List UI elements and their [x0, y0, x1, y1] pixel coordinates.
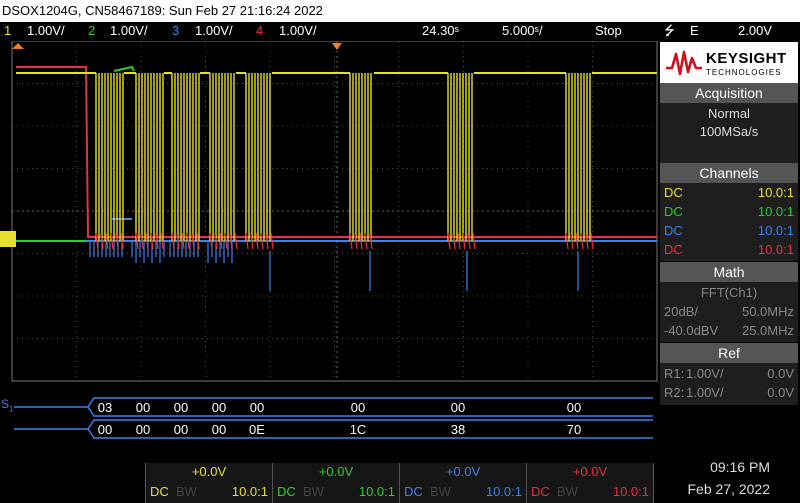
serial-byte: 03 — [98, 400, 112, 415]
serial-byte: 00 — [98, 422, 112, 437]
ch2-coupling: DC — [664, 204, 683, 219]
window-title: DSOX1204G, CN58467189: Sun Feb 27 21:16:… — [0, 0, 800, 22]
trigger-source[interactable]: E — [690, 22, 699, 40]
delay-value[interactable]: 24.30ˢ — [422, 22, 459, 40]
ch2-number[interactable]: 2 — [88, 22, 95, 40]
ch4-offset: +0.0V — [572, 464, 608, 479]
r2-scale: 1.00V/ — [686, 385, 724, 400]
ch2-bw-limit: BW — [303, 484, 324, 499]
serial-byte: 00 — [250, 400, 264, 415]
serial-byte: 0E — [249, 422, 265, 437]
trigger-position-marker — [12, 43, 24, 49]
waveform-display[interactable]: 03 00 00 00 00 00 00 00 00 00 00 00 0E 1C 38 70 S1 — [0, 41, 658, 441]
ch1-info[interactable]: +0.0V DC BW 10.0:1 — [145, 463, 272, 503]
ref-header[interactable]: Ref — [660, 343, 798, 363]
acq-rate: 100MSa/s — [699, 124, 759, 139]
math-center: 25.0MHz — [741, 323, 794, 338]
serial-byte: 00 — [567, 400, 581, 415]
ch1-coupling: DC — [664, 185, 683, 200]
waveform-canvas: 03 00 00 00 00 00 00 00 00 00 00 00 0E 1C 38 70 — [11, 41, 658, 439]
r2-label: R2: — [664, 385, 685, 400]
math-header[interactable]: Math — [660, 262, 798, 282]
serial-byte: 38 — [451, 422, 465, 437]
ref-panel: R1: 1.00V/ 0.0V R2: 1.00V/ 0.0V — [660, 363, 798, 405]
ch4-info[interactable]: +0.0V DC BW 10.0:1 — [526, 463, 654, 503]
serial-byte: 00 — [136, 422, 150, 437]
clock-time: 09:16 PM — [710, 459, 770, 475]
math-ref-level: -40.0dBV — [664, 323, 719, 338]
serial-byte: 00 — [451, 400, 465, 415]
math-panel: FFT(Ch1) 20dB/ 50.0MHz -40.0dBV 25.0MHz — [660, 282, 798, 342]
ch1-scale[interactable]: 1.00V/ — [27, 22, 65, 40]
serial-byte: 00 — [174, 400, 188, 415]
ch1-ground-marker[interactable] — [0, 231, 16, 247]
ch4-bottom-probe: 10.0:1 — [612, 484, 649, 499]
ch4-bw-limit: BW — [557, 484, 578, 499]
ch1-bottom-coupling: DC — [150, 484, 169, 499]
ch1-offset: +0.0V — [191, 464, 227, 479]
ch2-info[interactable]: +0.0V DC BW 10.0:1 — [272, 463, 399, 503]
ch1-probe: 10.0:1 — [757, 185, 794, 200]
brand-sub: TECHNOLOGIES — [706, 68, 782, 77]
channels-header[interactable]: Channels — [660, 163, 798, 183]
math-function: FFT(Ch1) — [700, 285, 758, 300]
ch4-scale[interactable]: 1.00V/ — [279, 22, 317, 40]
side-panel: KEYSIGHT TECHNOLOGIES Acquisition Normal… — [658, 40, 800, 443]
timebase-value[interactable]: 5.000ˢ/ — [502, 22, 543, 40]
r1-scale: 1.00V/ — [686, 366, 724, 381]
ch3-bottom-coupling: DC — [404, 484, 423, 499]
acquisition-panel: Normal 100MSa/s — [660, 103, 798, 163]
math-span: 50.0MHz — [741, 304, 794, 319]
ch3-bw-limit: BW — [430, 484, 451, 499]
ch1-bw-limit: BW — [176, 484, 197, 499]
ch2-scale[interactable]: 1.00V/ — [110, 22, 148, 40]
ch2-offset: +0.0V — [318, 464, 354, 479]
delay-marker — [332, 43, 342, 50]
r1-label: R1: — [664, 366, 685, 381]
brand-name: KEYSIGHT — [706, 50, 787, 67]
ch3-bottom-probe: 10.0:1 — [485, 484, 522, 499]
serial-byte: 00 — [174, 422, 188, 437]
ch4-probe: 10.0:1 — [757, 242, 794, 257]
bottom-bar: +0.0V DC BW 10.0:1 +0.0V DC BW 10.0:1 +0… — [0, 443, 800, 503]
status-bar: 1 1.00V/ 2 1.00V/ 3 1.00V/ 4 1.00V/ 24.3… — [0, 22, 800, 40]
ch3-number[interactable]: 3 — [172, 22, 179, 40]
trigger-edge-icon[interactable]: ⭍ — [664, 22, 675, 40]
serial-byte: 00 — [351, 400, 365, 415]
ch3-info[interactable]: +0.0V DC BW 10.0:1 — [399, 463, 526, 503]
ch3-scale[interactable]: 1.00V/ — [195, 22, 233, 40]
ch2-probe: 10.0:1 — [757, 204, 794, 219]
channels-panel: DC 10.0:1 DC 10.0:1 DC 10.0:1 DC 10.0:1 — [660, 183, 798, 261]
ch4-coupling: DC — [664, 242, 683, 257]
serial-byte: 00 — [212, 422, 226, 437]
serial-byte: 70 — [567, 422, 581, 437]
math-scale: 20dB/ — [664, 304, 698, 319]
clock-date: Feb 27, 2022 — [687, 481, 770, 497]
ch3-offset: +0.0V — [445, 464, 481, 479]
ch3-coupling: DC — [664, 223, 683, 238]
keysight-logo: KEYSIGHT TECHNOLOGIES — [660, 42, 798, 84]
ch3-probe: 10.0:1 — [757, 223, 794, 238]
ch2-bottom-probe: 10.0:1 — [358, 484, 395, 499]
run-state[interactable]: Stop — [595, 22, 622, 40]
ch4-number[interactable]: 4 — [256, 22, 263, 40]
serial-byte: 00 — [212, 400, 226, 415]
ch1-bottom-probe: 10.0:1 — [231, 484, 268, 499]
ch4-bottom-coupling: DC — [531, 484, 550, 499]
ch2-waveform — [12, 65, 135, 242]
serial-byte: 1C — [350, 422, 367, 437]
keysight-wave-icon — [666, 50, 702, 76]
ch2-bottom-coupling: DC — [277, 484, 296, 499]
serial-byte: 00 — [136, 400, 150, 415]
acq-mode: Normal — [708, 106, 750, 121]
ch1-number[interactable]: 1 — [4, 22, 11, 40]
r1-offset: 0.0V — [767, 366, 794, 381]
serial-bus-marker: S1 — [1, 397, 14, 414]
trigger-level[interactable]: 2.00V — [738, 22, 772, 40]
r2-offset: 0.0V — [767, 385, 794, 400]
acquisition-header[interactable]: Acquisition — [660, 83, 798, 103]
